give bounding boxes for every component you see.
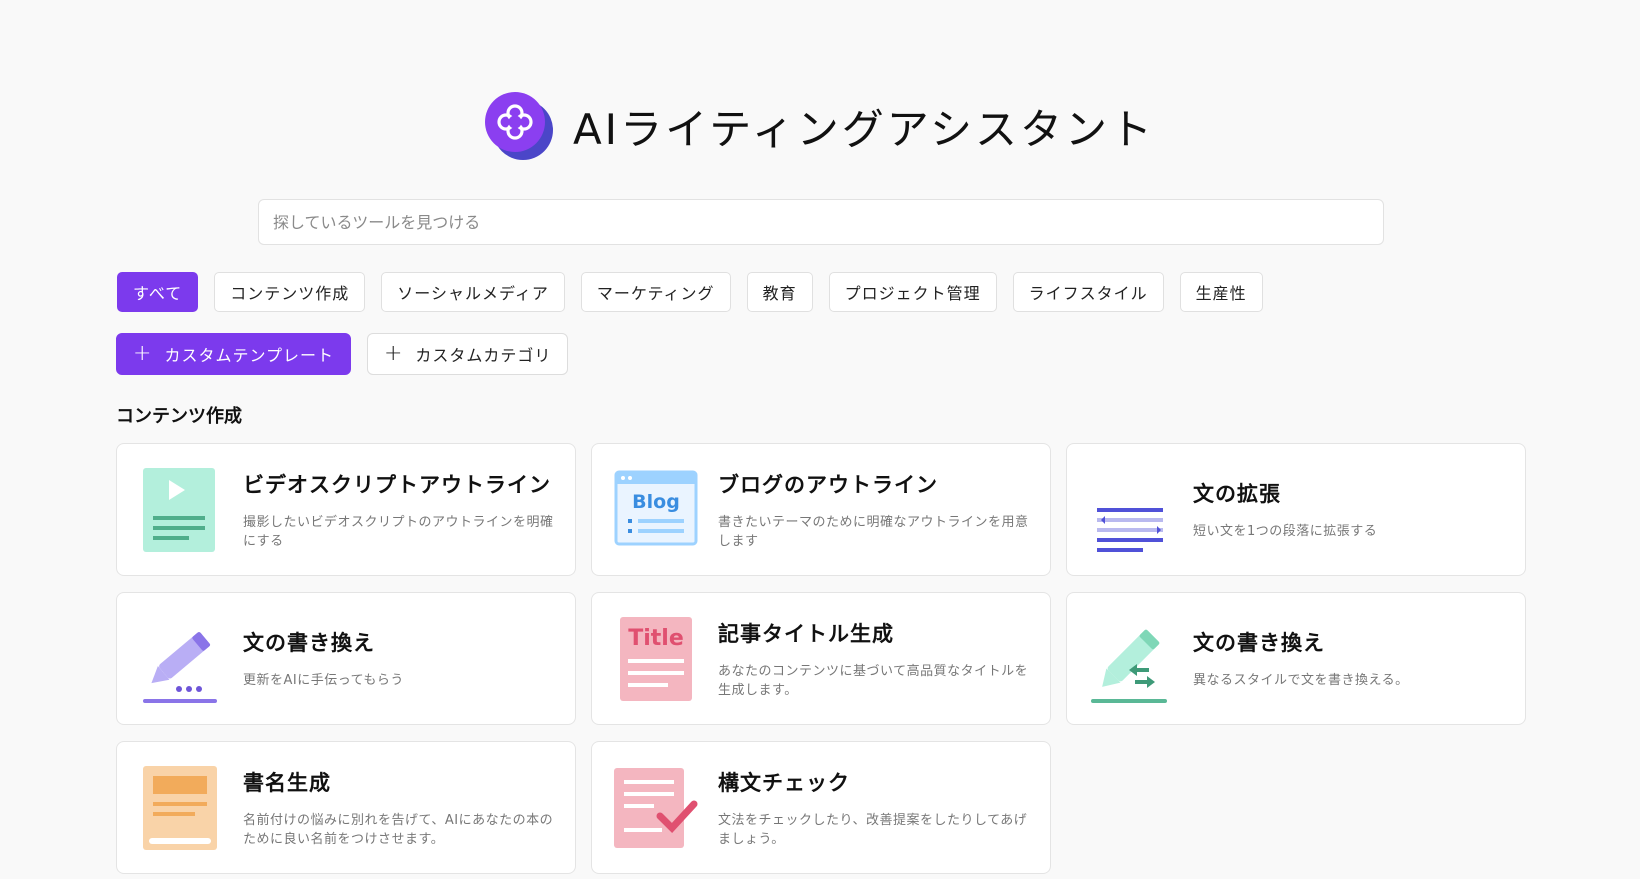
- filter-education[interactable]: 教育: [746, 272, 813, 312]
- filter-social-media[interactable]: ソーシャルメディア: [381, 272, 565, 312]
- book-title-icon: [139, 764, 219, 854]
- card-title: ブログのアウトライン: [718, 472, 938, 497]
- video-script-icon: [139, 466, 219, 556]
- filter-marketing[interactable]: マーケティング: [580, 272, 731, 312]
- category-filters: すべて コンテンツ作成 ソーシャルメディア マーケティング 教育 プロジェクト管…: [117, 272, 1263, 312]
- card-description: あなたのコンテンツに基づいて高品質なタイトルを生成します。: [718, 663, 1029, 698]
- card-description: 短い文を1つの段落に拡張する: [1193, 524, 1378, 539]
- title-icon: Title: [614, 615, 694, 705]
- plus-icon: +: [383, 341, 404, 366]
- card-title: 書名生成: [243, 770, 331, 795]
- card-title: 文の書き換え: [1193, 631, 1325, 655]
- card-description: 名前付けの悩みに別れを告げて、AIにあなたの本のために良い名前をつけさせます。: [243, 812, 554, 847]
- card-title: ビデオスクリプトアウトライン: [243, 472, 551, 497]
- custom-category-button[interactable]: + カスタムカテゴリ: [366, 333, 569, 375]
- plus-icon: +: [133, 341, 153, 366]
- filter-content-creation[interactable]: コンテンツ作成: [214, 272, 366, 312]
- custom-template-label: カスタムテンプレート: [164, 346, 334, 365]
- pencil-icon: [139, 615, 219, 705]
- filter-all[interactable]: すべて: [117, 272, 199, 312]
- card-title: 文の拡張: [1193, 482, 1281, 506]
- title-icon-text: Title: [628, 626, 684, 651]
- tool-card-rewrite[interactable]: 文の書き換え 更新をAIに手伝ってもらう: [116, 592, 576, 725]
- tool-card-syntax-check[interactable]: 構文チェック 文法をチェックしたり、改善提案をしたりしてあげましょう。: [591, 741, 1051, 874]
- tool-card-book-title[interactable]: 書名生成 名前付けの悩みに別れを告げて、AIにあなたの本のために良い名前をつけさ…: [116, 741, 576, 874]
- tool-card-video-script[interactable]: ビデオスクリプトアウトライン 撮影したいビデオスクリプトのアウトラインを明確にす…: [116, 443, 576, 576]
- card-description: 更新をAIに手伝ってもらう: [243, 673, 404, 688]
- card-title: 文の書き換え: [243, 631, 375, 655]
- card-description: 書きたいテーマのために明確なアウトラインを用意します: [718, 514, 1029, 549]
- card-description: 撮影したいビデオスクリプトのアウトラインを明確にする: [243, 514, 554, 549]
- filter-lifestyle[interactable]: ライフスタイル: [1012, 272, 1164, 312]
- tool-card-style-rewrite[interactable]: 文の書き換え 異なるスタイルで文を書き換える。: [1066, 592, 1526, 725]
- logo-icon: [484, 92, 553, 160]
- blog-icon: Blog: [614, 466, 698, 556]
- card-description: 異なるスタイルで文を書き換える。: [1193, 673, 1409, 688]
- custom-template-button[interactable]: + カスタムテンプレート: [116, 333, 351, 375]
- pencil-swap-icon: [1089, 615, 1169, 705]
- search-input[interactable]: [258, 199, 1384, 245]
- text-expand-icon: [1089, 466, 1169, 556]
- card-title: 構文チェック: [718, 770, 850, 795]
- tool-card-text-expand[interactable]: 文の拡張 短い文を1つの段落に拡張する: [1066, 443, 1526, 576]
- page-title: AIライティングアシスタント: [572, 104, 1156, 154]
- card-title: 記事タイトル生成: [718, 621, 894, 646]
- custom-category-label: カスタムカテゴリ: [415, 346, 552, 365]
- blog-icon-text: Blog: [632, 491, 680, 513]
- tool-card-article-title[interactable]: Title 記事タイトル生成 あなたのコンテンツに基づいて高品質なタイトルを生成…: [591, 592, 1051, 725]
- filter-productivity[interactable]: 生産性: [1179, 272, 1263, 312]
- app-header: AIライティングアシスタント: [0, 92, 1640, 160]
- tool-card-blog-outline[interactable]: Blog ブログのアウトライン 書きたいテーマのために明確なアウトラインを用意し…: [591, 443, 1051, 576]
- action-bar: + カスタムテンプレート + カスタムカテゴリ: [116, 333, 569, 375]
- syntax-check-icon: [614, 764, 698, 854]
- card-description: 文法をチェックしたり、改善提案をしたりしてあげましょう。: [718, 812, 1028, 847]
- filter-project-management[interactable]: プロジェクト管理: [828, 272, 997, 312]
- section-title: コンテンツ作成: [116, 406, 242, 427]
